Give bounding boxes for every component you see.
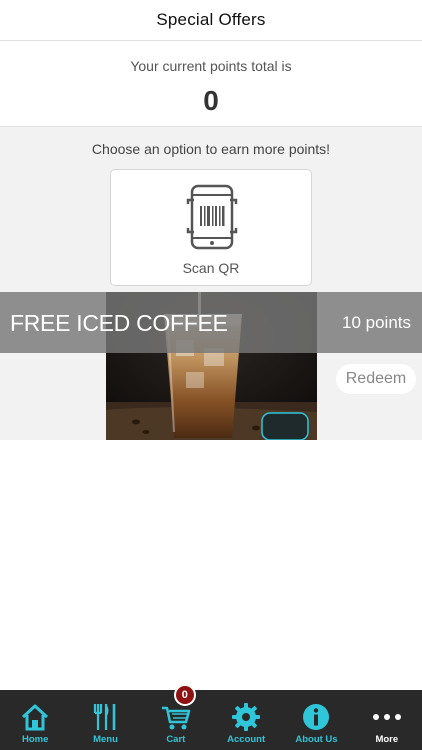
tab-about-us[interactable]: About Us	[281, 690, 351, 750]
offer-title: FREE ICED COFFEE	[10, 310, 228, 336]
scan-qr-label: Scan QR	[182, 260, 240, 276]
points-total: 0	[203, 85, 219, 116]
offer-title-band: FREE ICED COFFEE 10 points	[0, 292, 422, 353]
points-caption: Your current points total is	[130, 58, 292, 74]
tab-more[interactable]: More	[352, 690, 422, 750]
tab-home[interactable]: Home	[0, 690, 70, 750]
tab-account-label: Account	[227, 734, 266, 745]
gear-icon	[232, 703, 261, 731]
earn-points-panel: Choose an option to earn more points! Sc…	[0, 127, 422, 292]
cart-icon	[161, 706, 191, 730]
tab-cart-label: Cart	[166, 734, 186, 745]
page-title: Special Offers	[156, 10, 266, 29]
utensils-icon	[94, 704, 116, 730]
offer-points: 10 points	[342, 313, 411, 332]
earn-caption: Choose an option to earn more points!	[91, 141, 331, 157]
tab-menu[interactable]: Menu	[70, 690, 140, 750]
header-bar: Special Offers	[0, 0, 422, 41]
tab-more-label: More	[375, 734, 399, 745]
tab-about-us-label: About Us	[295, 734, 338, 745]
redeem-button[interactable]: Redeem	[336, 364, 416, 394]
cart-count-badge: 0	[173, 684, 196, 706]
phone-barcode-icon	[186, 184, 238, 250]
tab-home-label: Home	[21, 734, 49, 745]
points-panel: Your current points total is 0	[0, 41, 422, 127]
more-icon	[372, 714, 401, 720]
scan-qr-button[interactable]: Scan QR	[110, 169, 312, 286]
tab-cart[interactable]: 0 Cart	[141, 684, 211, 750]
home-icon	[22, 704, 49, 731]
bottom-tab-bar: Home Menu 0 Cart Account About Us More	[0, 684, 422, 750]
info-icon	[303, 704, 330, 730]
tab-account[interactable]: Account	[211, 690, 281, 750]
offer-card[interactable]: FREE ICED COFFEE 10 points Redeem	[0, 292, 422, 440]
tab-menu-label: Menu	[93, 734, 118, 745]
